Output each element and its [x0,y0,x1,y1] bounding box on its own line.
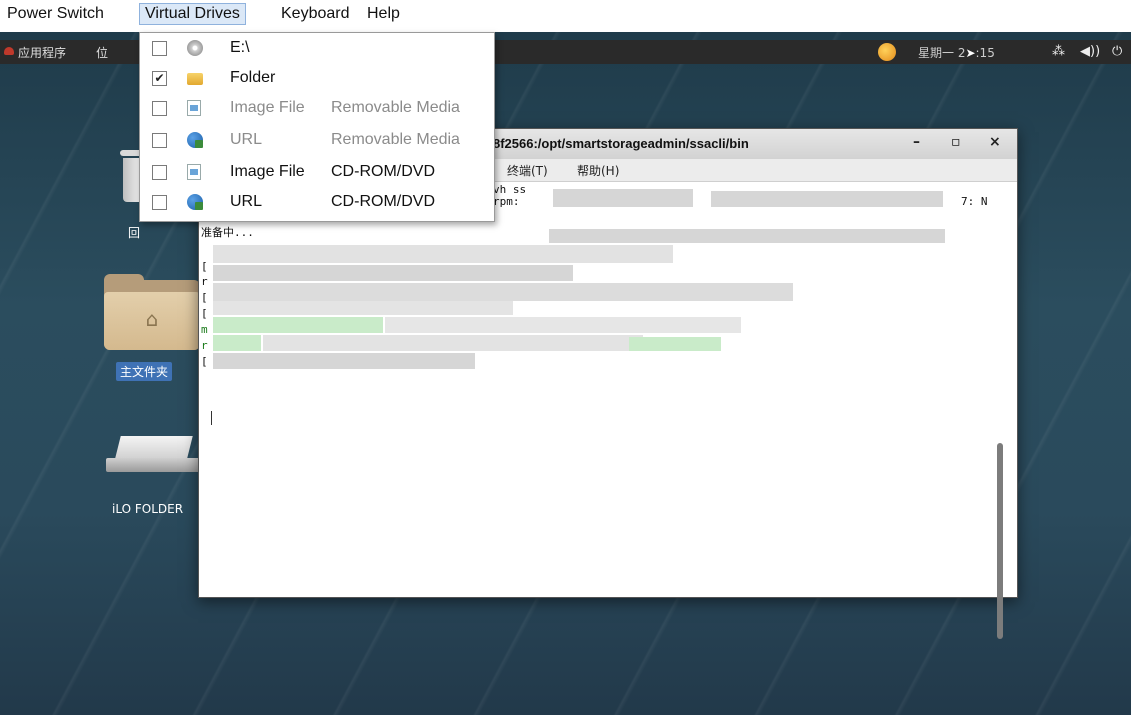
menu-virtual-drives[interactable]: Virtual Drives [139,3,246,25]
maximize-button[interactable]: ▫ [951,134,961,150]
terminal-output[interactable]: vh ss rpm: 7: N OKEY 准备中... [ r [ [ m r … [199,181,1005,639]
vdrive-item-image-cdrom[interactable]: Image File CD-ROM/DVD [140,159,494,187]
vdrive-item-type: CD-ROM/DVD [331,193,435,210]
redacted-block [629,337,721,351]
drive-top [115,436,193,458]
home-folder-icon[interactable]: ⌂ [104,274,200,350]
terminal-line: m [201,323,208,336]
terminal-line: r [201,275,208,288]
applications-icon [4,47,14,55]
redacted-block [263,335,643,351]
terminal-title: 8f2566:/opt/smartstorageadmin/ssacli/bin [493,136,749,151]
house-icon: ⌂ [145,307,159,331]
menu-power-switch[interactable]: Power Switch [2,4,109,24]
terminal-line: [ [201,307,208,320]
drive-front [106,458,202,472]
fedora-logo-icon [878,43,896,61]
redacted-block [213,245,673,263]
vdrive-item-label: URL [230,193,263,210]
home-folder-label[interactable]: 主文件夹 [116,362,173,381]
vdrive-item-label: Image File [230,163,305,180]
vertical-scrollbar[interactable] [997,443,1003,639]
vdrive-item-url-cdrom[interactable]: URL CD-ROM/DVD [140,189,494,217]
trash-label[interactable]: 回 [128,224,140,241]
redacted-block [213,335,261,351]
redacted-block [549,229,945,243]
url-icon [187,194,203,210]
applications-menu[interactable]: 应用程序 [18,44,66,61]
vdrive-item-label: E:\ [230,39,250,56]
terminal-line: rpm: [493,195,520,208]
vdrive-item-label: Image File [230,99,305,116]
checkbox[interactable] [152,133,167,148]
ilo-menubar: Power Switch Virtual Drives Keyboard Hel… [0,0,1131,32]
checkbox[interactable] [152,195,167,210]
redacted-block [213,301,513,315]
url-icon [187,132,203,148]
cd-drive-icon [187,40,203,56]
vdrive-item-e-drive[interactable]: E:\ [140,35,494,63]
redacted-block [213,265,573,281]
redacted-block [711,191,943,207]
terminal-line: [ [201,291,208,304]
terminal-line: r [201,339,208,352]
clock-time: :15 [975,46,995,60]
vdrive-item-label: Folder [230,69,276,86]
menu-keyboard[interactable]: Keyboard [276,4,355,24]
clock[interactable]: 星期一 2➤:15 [918,44,995,61]
menu-help[interactable]: Help [362,4,405,24]
power-icon[interactable]: ⏻ [1112,44,1122,59]
redacted-block [213,353,475,369]
terminal-line: [ [201,260,208,273]
close-button[interactable]: × [989,134,1001,150]
image-file-icon [187,100,201,116]
volume-icon[interactable]: ◀)) [1080,44,1100,59]
redacted-block [213,317,383,333]
vdrive-item-folder[interactable]: ✔ Folder [140,65,494,93]
network-icon[interactable]: ⁂ [1052,44,1065,59]
ilo-folder-label[interactable]: iLO FOLDER [112,502,183,516]
checkbox[interactable] [152,41,167,56]
vdrive-item-type: Removable Media [331,99,460,116]
ilo-folder-drive-icon[interactable] [106,436,202,476]
checkbox-checked[interactable]: ✔ [152,71,167,86]
checkbox[interactable] [152,101,167,116]
vdrive-item-image-removable[interactable]: Image File Removable Media [140,95,494,123]
checkbox[interactable] [152,165,167,180]
redacted-block [213,283,793,301]
vdrive-item-label: URL [230,131,263,148]
terminal-line: 准备中... [201,226,254,239]
minimize-button[interactable]: – [913,134,920,150]
virtual-drives-menu: E:\ ✔ Folder Image File Removable Media … [139,32,495,222]
folder-icon [187,73,203,85]
image-file-icon [187,164,201,180]
places-menu[interactable]: 位 [96,44,108,61]
vdrive-item-type: CD-ROM/DVD [331,163,435,180]
vdrive-item-type: Removable Media [331,131,460,148]
redacted-block [385,317,741,333]
clock-date: 星期一 2 [918,46,966,60]
vdrive-item-url-removable[interactable]: URL Removable Media [140,127,494,155]
terminal-line: 7: N [961,195,988,208]
mouse-pointer-icon: ➤ [965,46,976,60]
menu-terminal[interactable]: 终端(T) [507,162,548,179]
menu-terminal-help[interactable]: 帮助(H) [577,162,619,179]
redacted-block [553,189,693,207]
terminal-line: [ [201,355,208,368]
text-cursor [211,411,212,425]
